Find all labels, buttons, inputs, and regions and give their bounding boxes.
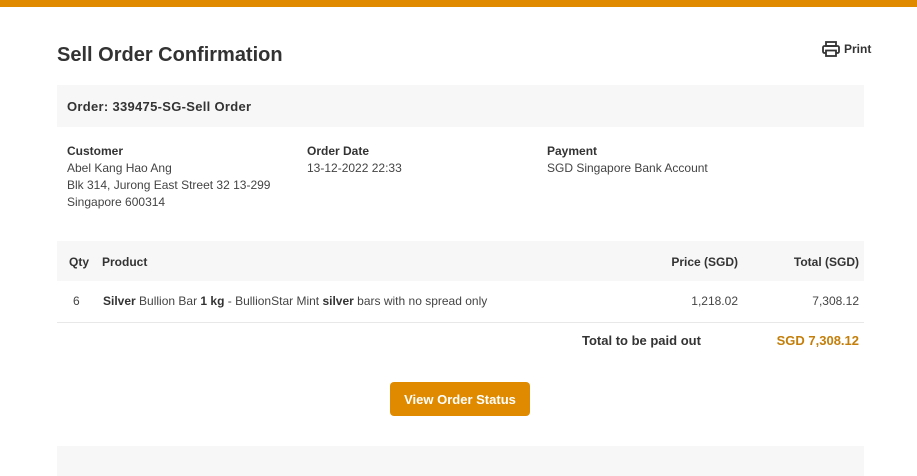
product-text-3: bars with no spread only (353, 294, 488, 308)
payment-value: SGD Singapore Bank Account (547, 161, 708, 175)
printer-icon (822, 41, 840, 57)
product-text-2: - BullionStar Mint (224, 294, 323, 308)
product-metal: Silver (103, 294, 136, 308)
print-label: Print (844, 42, 872, 56)
order-date-info: Order Date 13-12-2022 22:33 (307, 143, 402, 177)
header-price: Price (SGD) (671, 255, 738, 269)
order-date-label: Order Date (307, 144, 370, 158)
row-price: 1,218.02 (691, 294, 738, 308)
payment-label: Payment (547, 144, 598, 158)
view-order-status-button[interactable]: View Order Status (390, 382, 530, 416)
table-header: Qty Product Price (SGD) Total (SGD) (57, 241, 864, 281)
table-row: 6 Silver Bullion Bar 1 kg - BullionStar … (57, 281, 864, 323)
row-product: Silver Bullion Bar 1 kg - BullionStar Mi… (103, 294, 487, 308)
payment-info: Payment SGD Singapore Bank Account (547, 143, 708, 177)
header-qty: Qty (69, 255, 90, 269)
next-section-panel (57, 446, 864, 476)
header-product: Product (102, 255, 148, 269)
customer-address-line2: Singapore 600314 (67, 195, 166, 209)
product-weight: 1 kg (200, 294, 225, 308)
top-accent-bar (0, 0, 917, 7)
header-total: Total (SGD) (793, 255, 859, 269)
total-label: Total to be paid out (582, 333, 701, 348)
order-number: Order: 339475-SG-Sell Order (67, 99, 252, 114)
total-value: SGD 7,308.12 (776, 333, 859, 348)
print-button[interactable]: Print (822, 41, 871, 57)
product-metal-2: silver (322, 294, 354, 308)
customer-name: Abel Kang Hao Ang (67, 161, 172, 175)
row-qty: 6 (73, 294, 80, 308)
row-total: 7,308.12 (812, 294, 859, 308)
order-date-value: 13-12-2022 22:33 (307, 161, 402, 175)
customer-info: Customer Abel Kang Hao Ang Blk 314, Juro… (67, 143, 270, 211)
product-text-1: Bullion Bar (135, 294, 201, 308)
order-header-panel: Order: 339475-SG-Sell Order (57, 85, 864, 127)
page-title: Sell Order Confirmation (57, 44, 283, 66)
customer-address-line1: Blk 314, Jurong East Street 32 13-299 (67, 178, 271, 192)
customer-label: Customer (67, 144, 124, 158)
